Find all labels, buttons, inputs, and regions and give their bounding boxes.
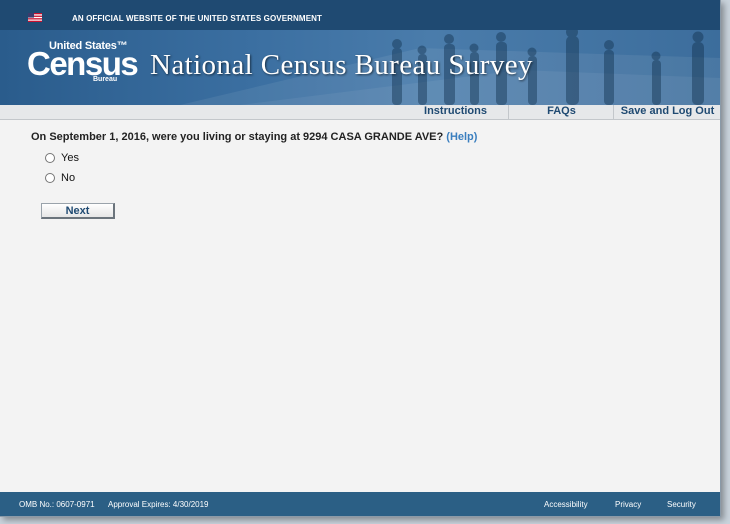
help-link[interactable]: (Help) [446,131,477,143]
nav-instructions-link[interactable]: Instructions [403,105,508,119]
no-radio[interactable] [45,173,55,183]
omb-number: OMB No.: 0607-0971 [19,500,95,509]
footer-accessibility-link[interactable]: Accessibility [544,500,588,509]
footer-privacy-link[interactable]: Privacy [615,500,641,509]
masthead: United States™ Census Bureau National Ce… [0,30,720,105]
logo-bureau: Bureau [93,76,118,83]
gov-banner: AN OFFICIAL WEBSITE OF THE UNITED STATES… [0,0,720,30]
footer-security-link[interactable]: Security [667,500,696,509]
survey-page: AN OFFICIAL WEBSITE OF THE UNITED STATES… [0,0,721,517]
us-flag-icon [28,13,42,22]
top-nav: Instructions FAQs Save and Log Out [0,105,720,120]
footer: OMB No.: 0607-0971 Approval Expires: 4/3… [0,492,720,516]
nav-faqs-link[interactable]: FAQs [508,105,614,119]
site-title: National Census Bureau Survey [150,49,533,81]
logo-census: Census [27,45,139,82]
approval-expires: Approval Expires: 4/30/2019 [108,500,209,509]
gov-banner-text: AN OFFICIAL WEBSITE OF THE UNITED STATES… [72,14,322,23]
next-button[interactable]: Next [41,203,115,219]
question-text: On September 1, 2016, were you living or… [31,131,444,143]
option-no-label: No [61,172,76,184]
yes-radio[interactable] [45,153,55,163]
question: On September 1, 2016, were you living or… [31,131,477,143]
option-yes-label: Yes [61,152,79,164]
nav-save-logout-link[interactable]: Save and Log Out [613,105,720,119]
